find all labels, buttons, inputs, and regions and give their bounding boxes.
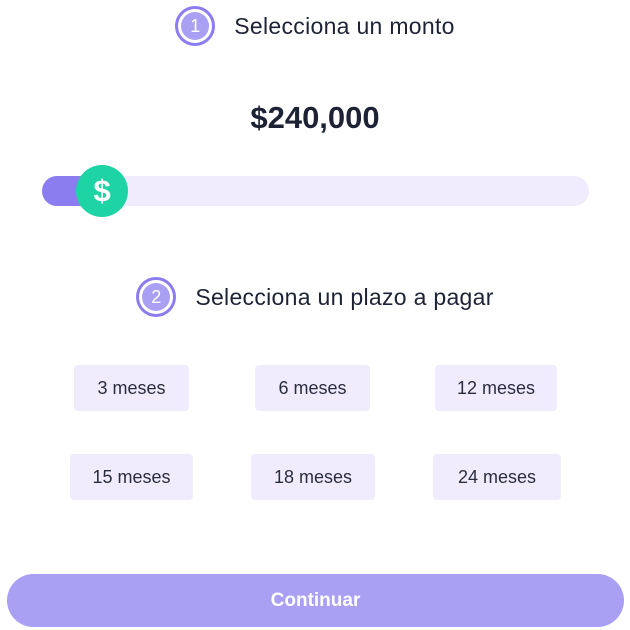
step-1-title: Selecciona un monto: [234, 12, 455, 39]
term-option-18[interactable]: 18 meses: [251, 454, 375, 500]
term-option-6[interactable]: 6 meses: [255, 365, 370, 411]
dollar-icon: $: [93, 173, 111, 208]
selected-amount: $240,000: [250, 100, 380, 135]
step-1-header: 1 Selecciona un monto: [0, 4, 630, 48]
term-option-3[interactable]: 3 meses: [74, 365, 189, 411]
step-2-header: 2 Selecciona un plazo a pagar: [0, 275, 630, 319]
step-1-number: 1: [181, 12, 210, 40]
continue-button[interactable]: Continuar: [7, 574, 624, 627]
term-option-24[interactable]: 24 meses: [433, 454, 561, 500]
term-option-15[interactable]: 15 meses: [70, 454, 193, 500]
amount-slider-thumb[interactable]: $: [76, 165, 129, 217]
step-2-title: Selecciona un plazo a pagar: [195, 283, 494, 310]
step-2-number: 2: [142, 283, 171, 311]
term-option-12[interactable]: 12 meses: [435, 365, 557, 411]
step-1-badge: 1: [175, 6, 216, 46]
step-2-badge: 2: [136, 277, 177, 317]
